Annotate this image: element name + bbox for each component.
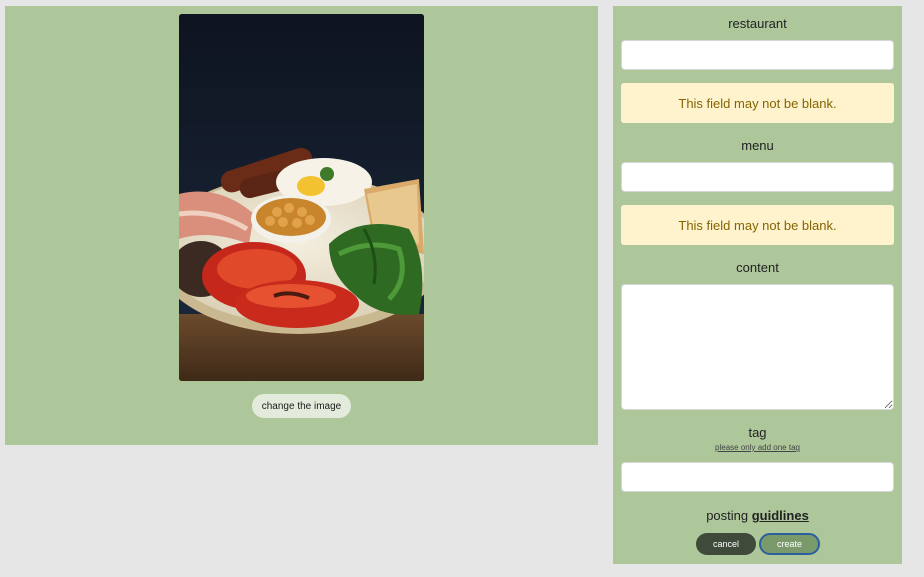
breakfast-photo bbox=[179, 14, 424, 381]
content-label: content bbox=[736, 260, 779, 275]
guidelines-link[interactable]: guidlines bbox=[752, 508, 809, 523]
tag-input[interactable] bbox=[621, 462, 894, 492]
image-panel: change the image bbox=[5, 6, 598, 445]
restaurant-input[interactable] bbox=[621, 40, 894, 70]
guidelines-prefix: posting bbox=[706, 508, 749, 523]
menu-input[interactable] bbox=[621, 162, 894, 192]
restaurant-error-alert: This field may not be blank. bbox=[621, 83, 894, 123]
change-image-button[interactable]: change the image bbox=[252, 394, 351, 418]
cancel-button[interactable]: cancel bbox=[696, 533, 756, 555]
post-form: restaurant This field may not be blank. … bbox=[613, 6, 902, 564]
tag-label: tag bbox=[748, 425, 767, 440]
content-textarea[interactable] bbox=[621, 284, 894, 410]
menu-label: menu bbox=[741, 138, 774, 153]
menu-error-alert: This field may not be blank. bbox=[621, 205, 894, 245]
tag-hint: please only add one tag bbox=[715, 443, 800, 452]
create-button[interactable]: create bbox=[759, 533, 820, 555]
posting-guidelines: posting guidlines bbox=[613, 508, 902, 523]
restaurant-label: restaurant bbox=[728, 16, 787, 31]
